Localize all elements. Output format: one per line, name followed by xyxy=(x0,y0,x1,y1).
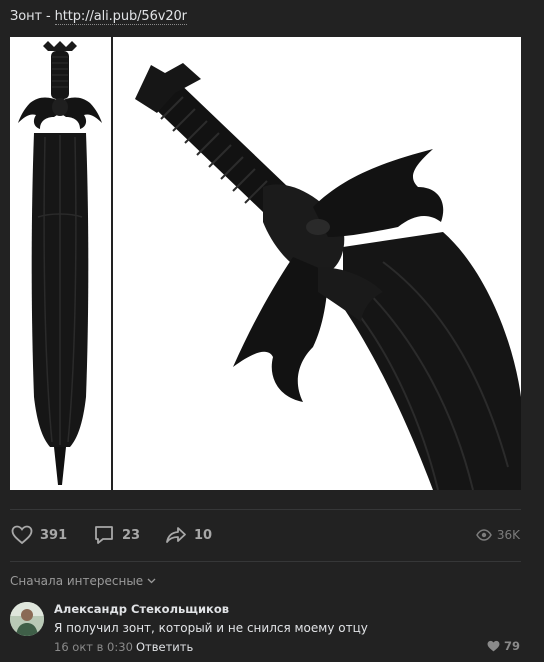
comment-icon xyxy=(95,526,113,544)
share-button[interactable]: 10 xyxy=(164,520,212,550)
umbrella-closeup-image xyxy=(135,63,521,490)
comment-date[interactable]: 16 окт в 0:30 xyxy=(54,640,133,654)
reply-button[interactable]: Ответить xyxy=(136,640,193,654)
post-actions: 391 23 10 36K xyxy=(0,520,544,550)
share-icon xyxy=(166,527,186,543)
avatar[interactable] xyxy=(10,602,44,636)
umbrella-closeup-photo[interactable] xyxy=(113,37,521,490)
comment-like-button[interactable]: 79 xyxy=(487,639,520,653)
like-count: 391 xyxy=(40,527,68,543)
comment-text: Я получил зонт, который и не снился моем… xyxy=(54,621,368,635)
chevron-down-icon xyxy=(147,578,156,584)
heart-icon xyxy=(487,640,500,652)
heart-icon xyxy=(11,525,33,545)
views-count: 36K xyxy=(496,528,520,542)
views-counter: 36K xyxy=(475,520,520,550)
post-text-prefix: Зонт - xyxy=(10,9,55,24)
comment-button[interactable]: 23 xyxy=(92,520,140,550)
comments-divider xyxy=(10,561,521,562)
comment-like-count: 79 xyxy=(503,639,520,653)
comments-sort-label: Сначала интересные xyxy=(10,574,144,588)
post-text: Зонт - http://ali.pub/56v20r xyxy=(10,9,187,25)
post-link[interactable]: http://ali.pub/56v20r xyxy=(54,9,187,25)
actions-divider xyxy=(10,509,521,510)
share-count: 10 xyxy=(194,527,213,543)
umbrella-full-image xyxy=(18,41,102,485)
comment-count: 23 xyxy=(122,527,141,543)
post: Зонт - http://ali.pub/56v20r 391 23 10 3… xyxy=(0,0,544,662)
comments-sort-dropdown[interactable]: Сначала интересные xyxy=(10,574,156,588)
eye-icon xyxy=(475,529,492,541)
comment-author[interactable]: Александр Стекольщиков xyxy=(54,602,229,616)
umbrella-full-photo[interactable] xyxy=(10,37,111,490)
like-button[interactable]: 391 xyxy=(10,520,67,550)
comment: Александр Стекольщиков Я получил зонт, к… xyxy=(0,598,544,662)
avatar-image xyxy=(10,602,44,636)
